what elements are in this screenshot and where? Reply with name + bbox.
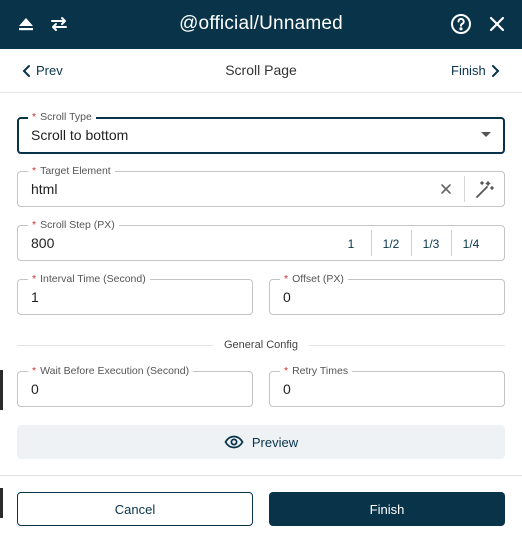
chevron-right-icon — [491, 64, 500, 77]
section-divider-right — [309, 345, 505, 346]
target-element-label: * Target Element — [28, 164, 115, 178]
scroll-type-value: Scroll to bottom — [31, 127, 129, 143]
app-header: @official/Unnamed — [0, 0, 522, 49]
cancel-button[interactable]: Cancel — [17, 492, 253, 526]
wait-before-label: * Wait Before Execution (Second) — [28, 364, 194, 378]
close-icon[interactable] — [485, 12, 509, 36]
step-option-third[interactable]: 1/3 — [411, 234, 451, 254]
wait-before-field[interactable]: * Wait Before Execution (Second) 0 — [17, 364, 253, 407]
eye-icon — [224, 435, 244, 449]
scroll-step-value: 800 — [31, 235, 55, 251]
offset-value: 0 — [283, 289, 291, 305]
offset-field[interactable]: * Offset (PX) 0 — [269, 272, 505, 315]
field-divider — [464, 176, 465, 202]
retry-times-label: * Retry Times — [280, 364, 353, 378]
page-title: Scroll Page — [225, 62, 297, 78]
scroll-step-label: * Scroll Step (PX) — [28, 218, 119, 232]
preview-label: Preview — [251, 434, 299, 450]
retry-times-field[interactable]: * Retry Times 0 — [269, 364, 505, 407]
scroll-step-field[interactable]: * Scroll Step (PX) 800 1 1/2 1/3 1/4 — [17, 218, 505, 261]
help-icon[interactable] — [449, 12, 473, 36]
step-option-quarter[interactable]: 1/4 — [451, 234, 491, 254]
scroll-type-label: * Scroll Type — [28, 110, 96, 124]
offset-label: * Offset (PX) — [280, 272, 348, 286]
preview-button[interactable]: Preview — [17, 425, 505, 459]
target-element-field[interactable]: * Target Element html — [17, 164, 505, 207]
window-edge — [0, 370, 3, 410]
retry-times-value: 0 — [283, 381, 291, 397]
wait-before-value: 0 — [31, 381, 39, 397]
scroll-type-select[interactable]: * Scroll Type Scroll to bottom — [17, 110, 505, 154]
step-option-half[interactable]: 1/2 — [371, 234, 411, 254]
dropdown-arrow-icon — [481, 132, 491, 137]
footer-divider — [0, 475, 522, 476]
interval-time-label: * Interval Time (Second) — [28, 272, 150, 286]
finish-button[interactable]: Finish — [269, 492, 505, 526]
target-element-value: html — [31, 181, 58, 197]
clear-icon[interactable] — [439, 182, 453, 196]
step-navigation: Prev Scroll Page Finish — [0, 49, 522, 93]
finish-nav-button[interactable]: Finish — [451, 63, 500, 78]
interval-time-field[interactable]: * Interval Time (Second) 1 — [17, 272, 253, 315]
window-edge — [0, 488, 3, 518]
step-option-1[interactable]: 1 — [331, 234, 371, 254]
finish-nav-label: Finish — [451, 63, 486, 78]
window-title: @official/Unnamed — [179, 13, 343, 34]
interval-time-value: 1 — [31, 289, 39, 305]
magic-wand-icon[interactable] — [473, 179, 495, 201]
